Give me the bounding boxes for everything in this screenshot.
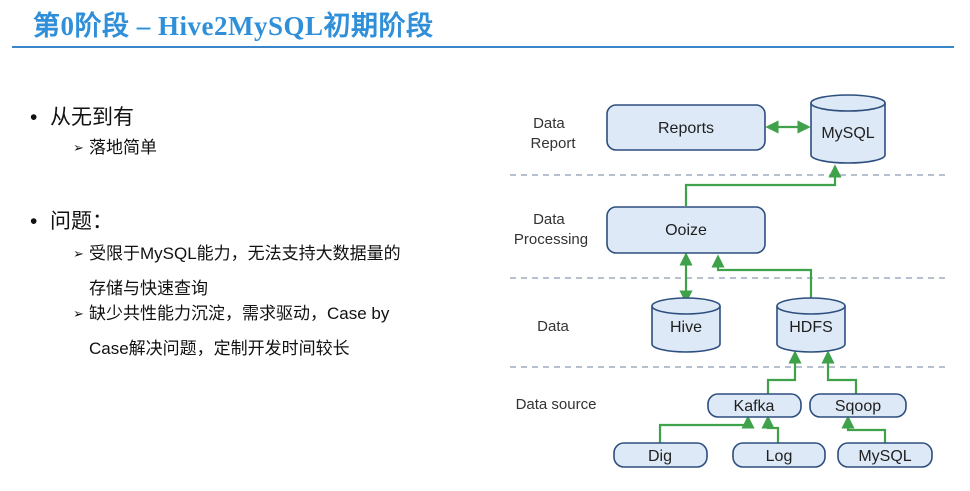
log-node: Log <box>732 442 826 468</box>
hive-label: Hive <box>670 319 702 336</box>
arrow-hdfs-ooize <box>711 254 813 301</box>
mysql-database-icon: MySQL <box>810 94 886 164</box>
mysql-label: MySQL <box>821 125 874 142</box>
reports-node: Reports <box>606 104 766 151</box>
arrow-dig-kafka <box>658 415 755 443</box>
layer-label-data: Data <box>537 318 569 335</box>
layer-label-report: Data Report <box>530 115 576 152</box>
architecture-diagram: Data Report Data Processing Data Data so… <box>510 94 948 468</box>
svg-text:Log: Log <box>766 448 793 465</box>
svg-text:MySQL: MySQL <box>858 448 911 465</box>
arrow-sqoop-hdfs <box>821 350 858 395</box>
svg-text:Ooize: Ooize <box>665 222 707 239</box>
sqoop-node: Sqoop <box>809 393 907 418</box>
svg-text:Dig: Dig <box>648 448 672 465</box>
hdfs-label: HDFS <box>789 319 833 336</box>
hive-database-icon: Hive <box>651 297 721 353</box>
arrow-ooize-mysql <box>684 164 842 206</box>
svg-text:Kafka: Kafka <box>734 398 775 415</box>
arrow-mysql-sqoop <box>841 415 887 443</box>
kafka-node: Kafka <box>707 393 802 418</box>
arrow-kafka-hdfs <box>766 350 802 395</box>
layer-label-processing: Data Processing <box>514 211 588 248</box>
svg-text:Sqoop: Sqoop <box>835 398 881 415</box>
hdfs-database-icon: HDFS <box>776 297 846 353</box>
ooize-node: Ooize <box>606 206 766 254</box>
arrow-log-kafka <box>761 415 780 443</box>
layer-label-source: Data source <box>516 396 597 413</box>
mysql-source-node: MySQL <box>837 442 933 468</box>
svg-text:Reports: Reports <box>658 120 714 137</box>
dig-node: Dig <box>613 442 708 468</box>
